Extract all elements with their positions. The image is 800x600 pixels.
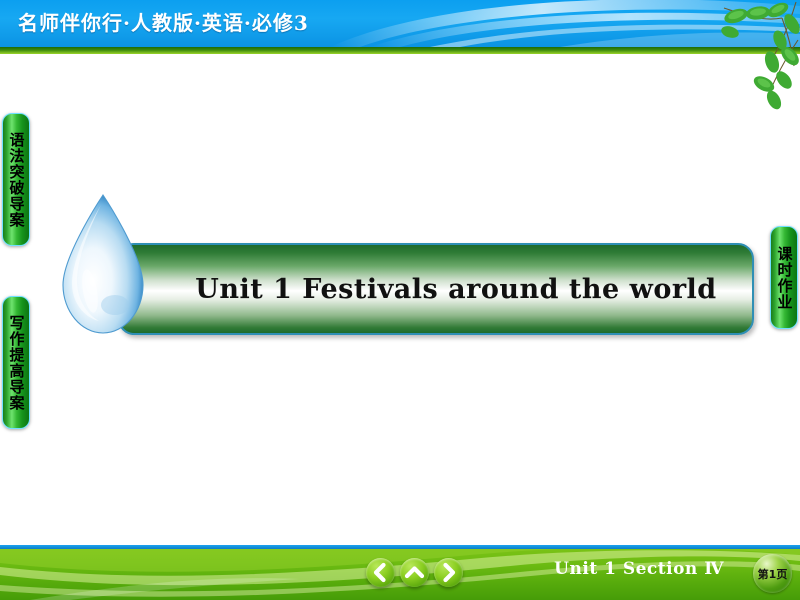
nav-next-button[interactable] [434,558,463,587]
chevron-up-icon [404,566,425,579]
chevron-left-icon [373,562,386,583]
sidebar-tab-writing-label: 写作提高导案 [7,314,26,411]
sidebar-tab-homework[interactable]: 课时作业 [770,226,798,329]
sidebar-tab-writing[interactable]: 写作提高导案 [2,296,30,429]
sidebar-tab-grammar[interactable]: 语法突破导案 [2,113,30,246]
page-number-text: 第1页 [757,567,788,581]
sidebar-tab-homework-label: 课时作业 [775,245,794,310]
slide-canvas: 名师伴你行·人教版·英语·必修3 语法突破导案 写作提高导案 课时作业 Unit… [0,0,800,600]
leaves-branch-icon [721,1,800,110]
header-green-stripe [0,47,800,54]
chevron-right-icon [443,562,456,583]
sidebar-tab-grammar-label: 语法突破导案 [7,131,26,228]
title-banner: Unit 1 Festivals around the world [118,243,754,335]
nav-up-button[interactable] [400,558,429,587]
slide-footer: Unit 1 Section Ⅳ 第1页 [0,545,800,600]
footer-top-divider [0,545,800,549]
nav-prev-button[interactable] [366,558,395,587]
page-number-badge: 第1页 [753,554,792,593]
slide-header: 名师伴你行·人教版·英语·必修3 [0,0,800,47]
water-droplet-icon [62,194,144,334]
footer-caption: Unit 1 Section Ⅳ [554,559,724,579]
page-title: Unit 1 Festivals around the world [195,273,717,305]
header-title: 名师伴你行·人教版·英语·必修3 [18,11,309,35]
